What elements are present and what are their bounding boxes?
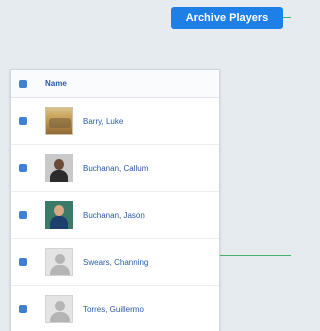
player-photo xyxy=(45,107,73,135)
row-checkbox[interactable] xyxy=(19,117,27,125)
connector-line xyxy=(212,255,291,256)
player-name-link[interactable]: Buchanan, Callum xyxy=(83,164,148,173)
player-photo xyxy=(45,154,73,182)
placeholder-avatar-icon xyxy=(45,295,73,323)
row-checkbox[interactable] xyxy=(19,164,27,172)
player-name-link[interactable]: Torres, Guillermo xyxy=(83,305,144,314)
table-row: Torres, Guillermo xyxy=(11,286,219,331)
player-name-link[interactable]: Swears, Channing xyxy=(83,258,148,267)
player-name-link[interactable]: Buchanan, Jason xyxy=(83,211,145,220)
placeholder-avatar-icon xyxy=(45,248,73,276)
table-row: Barry, Luke xyxy=(11,98,219,145)
table-row: Buchanan, Callum xyxy=(11,145,219,192)
table-row: Swears, Channing xyxy=(11,239,219,286)
table-row: Buchanan, Jason xyxy=(11,192,219,239)
row-checkbox[interactable] xyxy=(19,211,27,219)
player-name-link[interactable]: Barry, Luke xyxy=(83,117,123,126)
player-photo xyxy=(45,201,73,229)
table-header: Name xyxy=(11,70,219,98)
row-checkbox[interactable] xyxy=(19,258,27,266)
row-checkbox[interactable] xyxy=(19,305,27,313)
players-table: Name Barry, Luke Buchanan, Callum Buchan… xyxy=(10,69,220,331)
connector-line xyxy=(283,17,291,18)
select-all-checkbox[interactable] xyxy=(19,79,27,88)
name-column-header[interactable]: Name xyxy=(45,79,67,88)
archive-players-button[interactable]: Archive Players xyxy=(171,7,283,29)
